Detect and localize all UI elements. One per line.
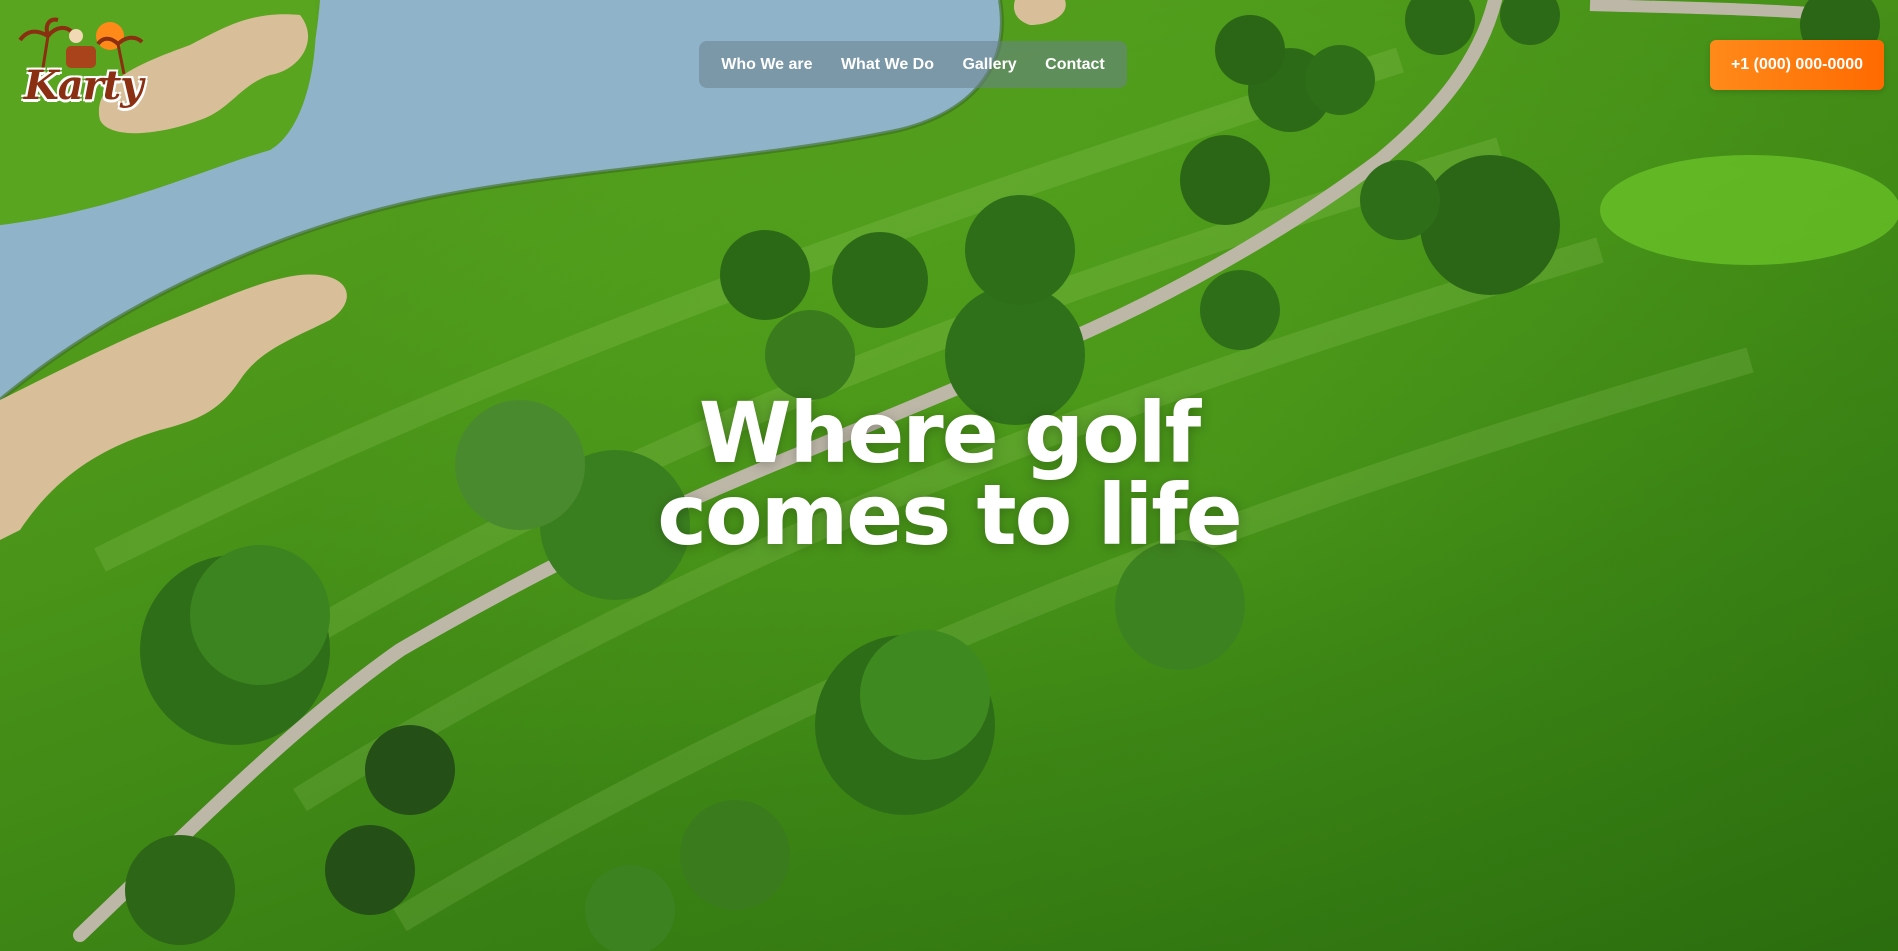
phone-button[interactable]: +1 (000) 000-0000 [1710,40,1884,90]
brand-name: Karty [24,62,143,109]
headline-line-1: Where golf [698,384,1201,482]
headline-line-2: comes to life [657,466,1242,564]
hero-headline: Where golf comes to life [549,384,1349,564]
sand-bunker [1013,0,1066,25]
nav-item-what-we-do[interactable]: What We Do [841,56,934,74]
brand-logo[interactable]: Karty [14,16,154,116]
putting-green [1600,155,1898,265]
nav-item-contact[interactable]: Contact [1045,56,1105,74]
main-nav: Who We are What We Do Gallery Contact [699,41,1127,88]
nav-item-who-we-are[interactable]: Who We are [721,56,812,74]
nav-item-gallery[interactable]: Gallery [962,56,1016,74]
